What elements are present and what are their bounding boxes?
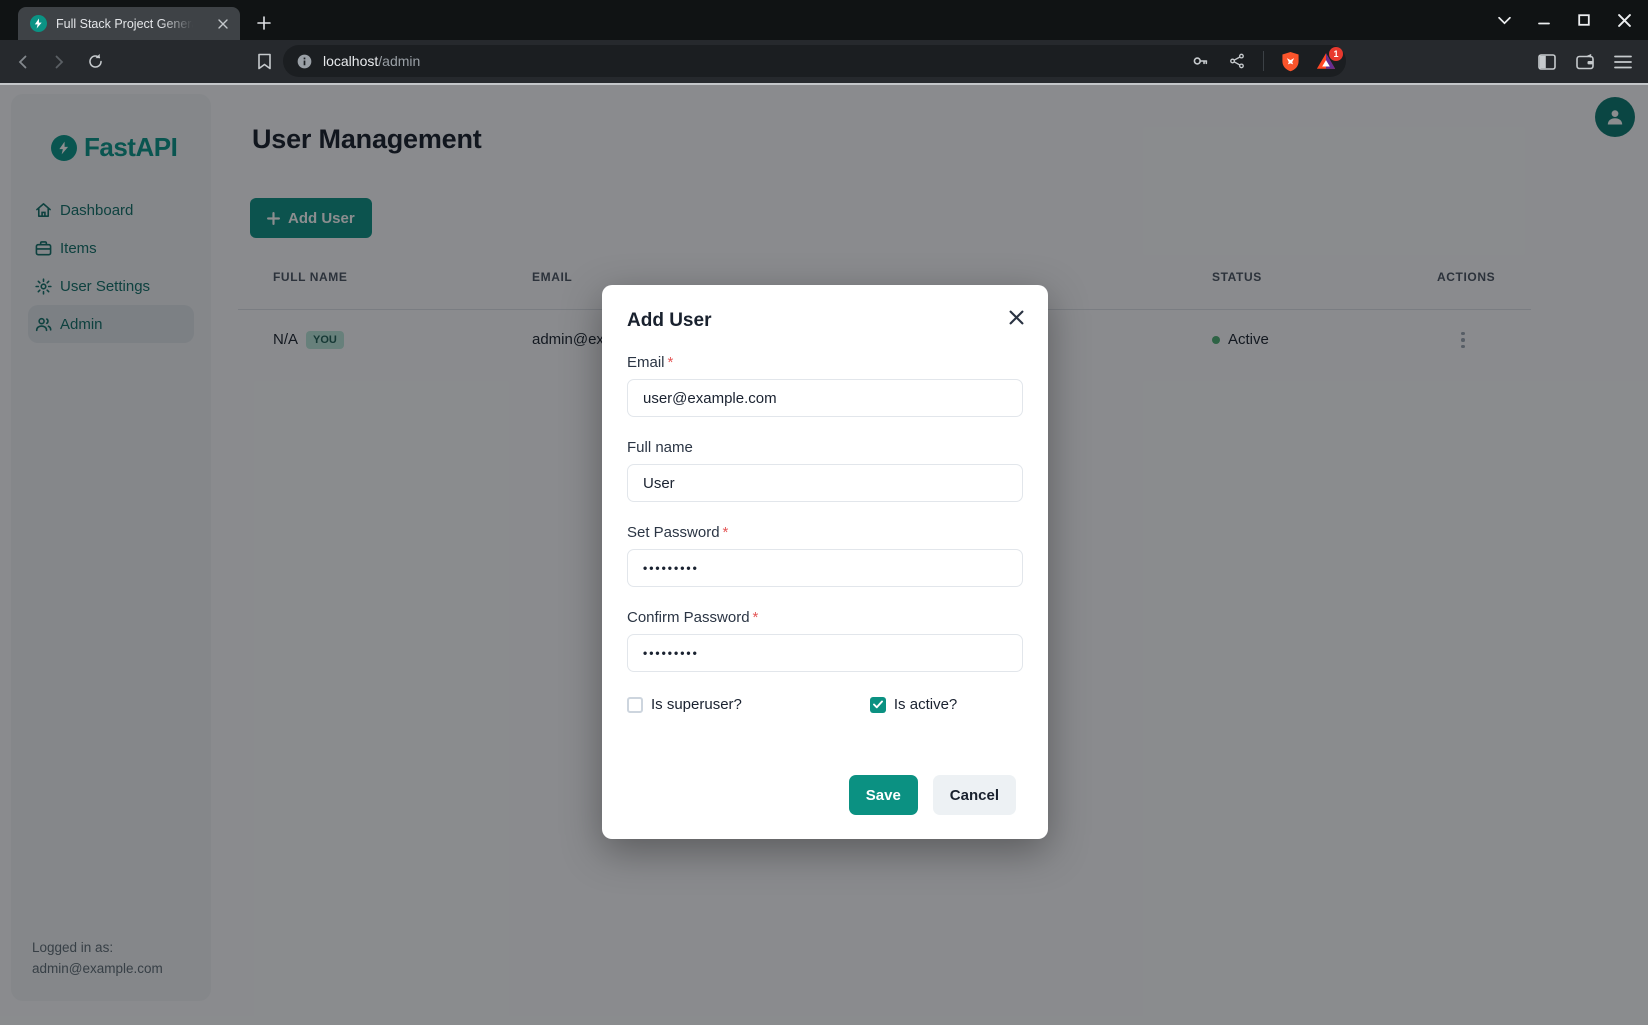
fastapi-favicon-icon (30, 15, 47, 32)
required-asterisk: * (723, 524, 729, 541)
brave-rewards-icon[interactable]: 1 (1316, 52, 1336, 70)
cancel-button[interactable]: Cancel (933, 775, 1016, 815)
window-controls (1492, 0, 1648, 40)
share-icon[interactable] (1226, 50, 1248, 72)
full-name-label: Full name (627, 439, 1023, 456)
full-name-field[interactable] (627, 464, 1023, 502)
back-icon[interactable] (12, 51, 34, 73)
reload-icon[interactable] (84, 51, 106, 73)
is-active-checkbox[interactable] (870, 697, 886, 713)
password-key-icon[interactable] (1189, 50, 1211, 72)
confirm-password-label-text: Confirm Password (627, 609, 750, 626)
is-active-label: Is active? (894, 696, 957, 713)
is-superuser-checkbox-group[interactable]: Is superuser? (627, 696, 742, 713)
modal-close-button[interactable] (1003, 304, 1029, 330)
maximize-button[interactable] (1572, 8, 1596, 32)
set-password-label: Set Password* (627, 524, 1023, 541)
required-asterisk: * (753, 609, 759, 626)
email-field[interactable] (627, 379, 1023, 417)
email-label: Email* (627, 354, 1023, 371)
site-info-icon[interactable] (293, 50, 315, 72)
browser-tab[interactable]: Full Stack Project Genera (18, 7, 240, 40)
required-asterisk: * (668, 354, 674, 371)
confirm-password-label: Confirm Password* (627, 609, 1023, 626)
modal-title: Add User (627, 310, 1023, 332)
set-password-field[interactable] (627, 549, 1023, 587)
tab-search-chevron-icon[interactable] (1492, 8, 1516, 32)
is-superuser-label: Is superuser? (651, 696, 742, 713)
tab-title: Full Stack Project Genera (56, 17, 196, 31)
check-icon (873, 700, 883, 709)
tab-strip: Full Stack Project Genera (0, 0, 1648, 40)
add-user-modal: Add User Email* Full name Set Password* … (602, 285, 1048, 839)
browser-toolbar: localhost/admin 1 (0, 40, 1648, 83)
save-button[interactable]: Save (849, 775, 918, 815)
new-tab-button[interactable] (252, 11, 276, 35)
url-host: localhost (323, 53, 378, 69)
url-text: localhost/admin (323, 53, 420, 69)
is-active-checkbox-group[interactable]: Is active? (870, 696, 957, 713)
menu-hamburger-icon[interactable] (1612, 51, 1634, 73)
sidebar-toggle-icon[interactable] (1536, 51, 1558, 73)
brave-shields-icon[interactable] (1279, 50, 1301, 72)
url-bar[interactable]: localhost/admin 1 (283, 45, 1346, 77)
close-window-button[interactable] (1612, 8, 1636, 32)
toolbar-divider (1263, 51, 1264, 71)
url-path: /admin (378, 53, 420, 69)
email-label-text: Email (627, 354, 665, 371)
forward-icon[interactable] (48, 51, 70, 73)
is-superuser-checkbox[interactable] (627, 697, 643, 713)
page-top-edge (0, 83, 1648, 85)
rewards-badge: 1 (1329, 47, 1343, 61)
tab-close-icon[interactable] (214, 15, 232, 33)
confirm-password-field[interactable] (627, 634, 1023, 672)
wallet-icon[interactable] (1574, 51, 1596, 73)
set-password-label-text: Set Password (627, 524, 720, 541)
close-icon (1009, 310, 1024, 325)
minimize-button[interactable] (1532, 8, 1556, 32)
page-content: FastAPI Dashboard Items User Settings (0, 83, 1648, 1025)
bookmark-icon[interactable] (253, 51, 275, 73)
